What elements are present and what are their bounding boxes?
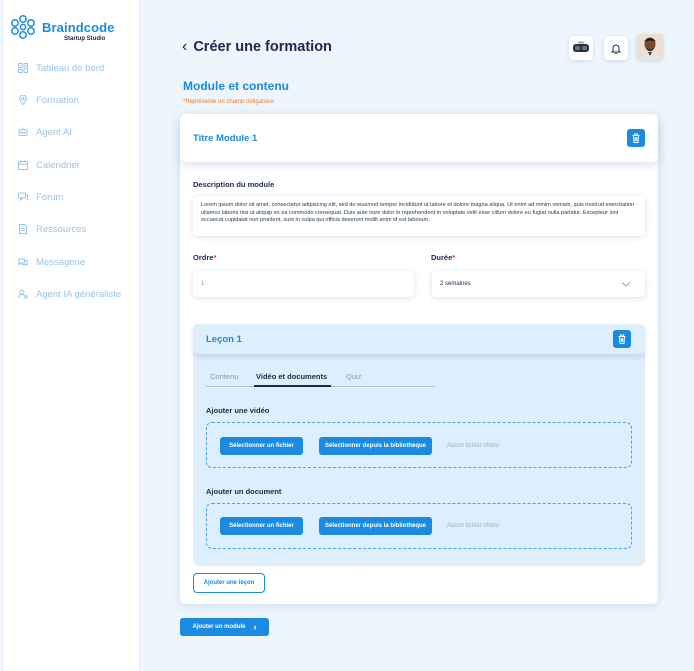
sidebar-item-messagerie[interactable]: Messagerie: [18, 255, 85, 269]
sidebar-item-label: Forum: [36, 191, 64, 203]
chevron-right-icon: ›: [253, 622, 257, 632]
vr-headset-icon: [573, 41, 589, 52]
active-tab-indicator: [254, 385, 331, 387]
chat-icon: [18, 257, 28, 267]
trash-icon: [618, 334, 626, 344]
location-pin-icon: [18, 95, 28, 105]
sidebar-item-label: Calendrier: [36, 159, 80, 171]
tab-video-documents[interactable]: Vidéo et documents: [256, 372, 327, 381]
required-marker: *: [213, 253, 217, 262]
video-select-library-button[interactable]: Sélectionner depuis la bibliothèque: [319, 437, 432, 455]
delete-lesson-button[interactable]: [613, 330, 631, 348]
duration-label: Durée*: [431, 253, 455, 262]
calendar-icon: [18, 160, 28, 170]
bell-icon: [611, 44, 621, 54]
lesson-title: Leçon 1: [206, 334, 242, 345]
document-select-library-button[interactable]: Sélectionner depuis la bibliothèque: [319, 517, 432, 535]
lesson-header: Leçon 1: [193, 324, 645, 354]
section-title: Module et contenu: [183, 79, 289, 93]
required-marker: *: [452, 253, 456, 262]
dashboard-icon: [18, 63, 28, 73]
sidebar-item-label: Formation: [36, 94, 79, 106]
document-select-file-button[interactable]: Sélectionner un fichier: [220, 517, 303, 535]
user-avatar[interactable]: [637, 34, 663, 60]
delete-module-button[interactable]: [627, 129, 645, 147]
forum-icon: [18, 192, 28, 202]
sidebar-item-label: Agent AI: [36, 126, 72, 138]
module-header: Titre Module 1: [180, 114, 658, 162]
sidebar-item-forum[interactable]: Forum: [18, 190, 63, 204]
tab-quiz[interactable]: Quiz: [346, 372, 361, 381]
sidebar-item-calendrier[interactable]: Calendrier: [18, 158, 80, 172]
sidebar-item-label: Ressources: [36, 223, 87, 235]
video-file-status: Aucun fichier choisi: [447, 443, 499, 449]
module-title: Titre Module 1: [193, 133, 258, 144]
sidebar-item-label: Messagerie: [36, 256, 86, 268]
page-title: Créer une formation: [193, 39, 332, 55]
duration-select[interactable]: 2 semaines: [432, 271, 645, 297]
module-description-field[interactable]: Lorem ipsum dolor sit amet, consectetur …: [193, 196, 645, 236]
chevron-left-icon[interactable]: ‹: [182, 38, 187, 56]
sidebar-item-agent-ia-generaliste[interactable]: Agent IA généraliste: [18, 287, 121, 301]
lesson-tabs: Contenu Vidéo et documents Quiz: [206, 370, 435, 387]
chevron-down-icon: [621, 282, 631, 287]
sidebar-item-label: Agent IA généraliste: [36, 288, 122, 300]
document-icon: [18, 224, 28, 234]
duration-value: 2 semaines: [440, 281, 471, 287]
page-header: ‹ Créer une formation: [182, 38, 332, 56]
sidebar-item-tableau-de-bord[interactable]: Tableau de bord: [18, 61, 104, 75]
brand-subtitle: Startup Studio: [64, 36, 106, 42]
order-value: 1: [201, 281, 205, 287]
add-video-label: Ajouter une vidéo: [206, 406, 270, 415]
add-module-button[interactable]: Ajouter un module ›: [180, 618, 269, 636]
robot-icon: [18, 127, 28, 137]
document-file-status: Aucun fichier choisi: [447, 523, 499, 529]
vr-headset-button[interactable]: [569, 36, 593, 60]
add-module-label: Ajouter un module: [192, 624, 246, 630]
order-label-text: Ordre: [193, 253, 214, 262]
sidebar-item-formation[interactable]: Formation: [18, 93, 79, 107]
sidebar-item-ressources[interactable]: Ressources: [18, 222, 86, 236]
notifications-button[interactable]: [604, 36, 628, 60]
brand-logo[interactable]: Braindcode Startup Studio: [10, 14, 140, 48]
tab-contenu[interactable]: Contenu: [210, 372, 238, 381]
order-label: Ordre*: [193, 253, 216, 262]
user-gear-icon: [18, 289, 28, 299]
sidebar-item-agent-ai[interactable]: Agent AI: [18, 125, 72, 139]
required-field-note: *Représente un champ obligatoire: [183, 99, 274, 105]
add-document-label: Ajouter un document: [206, 487, 282, 496]
duration-label-text: Durée: [431, 253, 453, 262]
trash-icon: [632, 133, 640, 143]
sidebar: Braindcode Startup Studio Tableau de bor…: [4, 0, 140, 671]
user-photo: [637, 34, 663, 60]
order-input[interactable]: 1: [193, 271, 414, 297]
video-select-file-button[interactable]: Sélectionner un fichier: [220, 437, 303, 455]
description-label: Description du module: [193, 180, 275, 189]
sidebar-item-label: Tableau de bord: [36, 62, 105, 74]
brain-logo-icon: [11, 15, 35, 39]
add-lesson-button[interactable]: Ajouter une leçon: [193, 573, 265, 593]
brand-name: Braindcode: [42, 20, 115, 35]
